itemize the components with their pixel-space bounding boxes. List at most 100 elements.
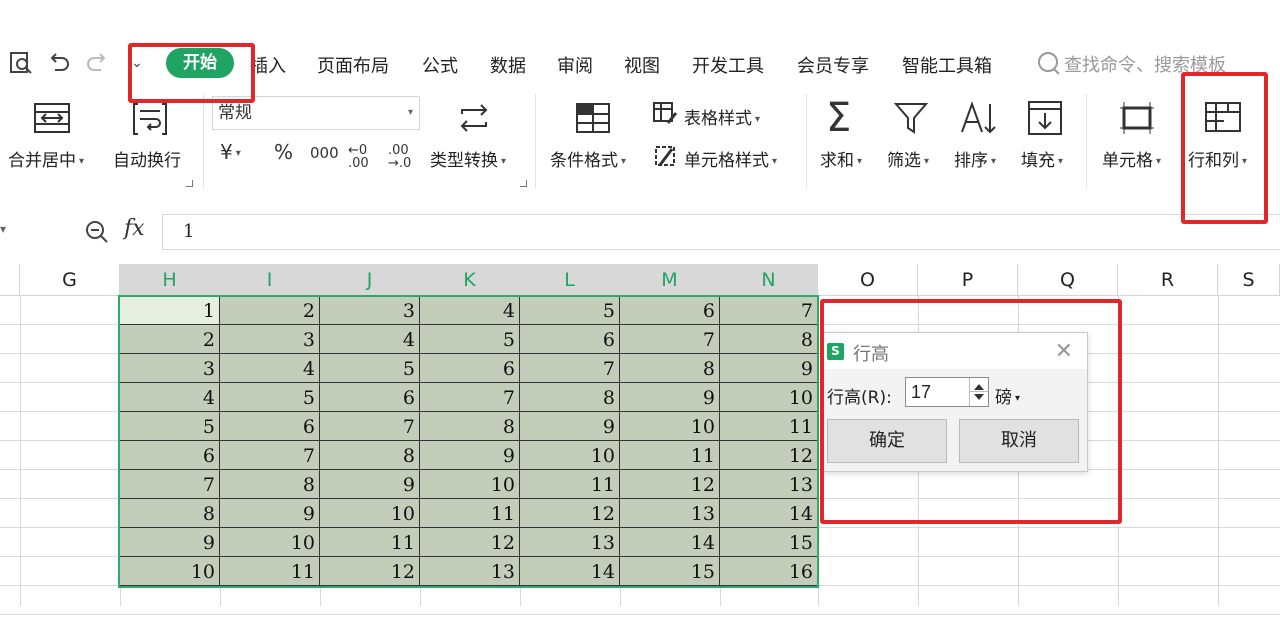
table-cell[interactable]: 5 [220,383,320,412]
column-header-i[interactable]: I [220,264,320,296]
table-cell[interactable]: 5 [120,412,220,441]
column-header-o[interactable]: O [818,264,918,296]
search-input[interactable]: 查找命令、搜索模板 [1064,51,1226,77]
table-cell[interactable]: 8 [520,383,620,412]
table-cell[interactable]: 14 [620,528,720,557]
table-cell[interactable]: 10 [620,412,720,441]
tab-member[interactable]: 会员专享 [797,52,869,78]
table-cell[interactable]: 12 [420,528,520,557]
tab-home[interactable]: 开始 [166,48,234,78]
increase-decimal-button[interactable]: ←0 .00 [348,144,376,170]
cell-style-button[interactable]: 单元格样式 ▾ [684,146,777,171]
fill-button[interactable]: 填充 ▾ [1021,146,1063,171]
table-cell[interactable]: 3 [120,354,220,383]
table-cell[interactable]: 11 [320,528,420,557]
table-cell[interactable]: 13 [720,470,818,499]
undo-icon[interactable] [46,50,72,76]
table-cell[interactable]: 2 [220,296,320,325]
table-cell[interactable]: 11 [220,557,320,586]
name-box-dropdown-icon[interactable]: ▾ [0,222,6,236]
column-header-k[interactable]: K [420,264,520,296]
table-cell[interactable]: 12 [520,499,620,528]
table-cell[interactable]: 10 [520,441,620,470]
table-cell[interactable]: 5 [320,354,420,383]
table-cell[interactable]: 7 [720,296,818,325]
table-cell[interactable]: 6 [220,412,320,441]
table-cell[interactable]: 12 [620,470,720,499]
table-cell[interactable]: 3 [220,325,320,354]
column-header-s[interactable]: S [1218,264,1280,296]
decrease-decimal-button[interactable]: .00 →.0 [388,144,416,170]
number-format-select[interactable]: 常规 ▾ [212,96,420,130]
table-cell[interactable]: 11 [620,441,720,470]
tab-developer[interactable]: 开发工具 [692,52,764,78]
table-cell[interactable]: 13 [420,557,520,586]
sort-button[interactable]: 排序 ▾ [954,146,996,171]
table-cell[interactable]: 9 [420,441,520,470]
column-header-j[interactable]: J [320,264,420,296]
cancel-button[interactable]: 取消 [959,419,1079,463]
table-cell[interactable]: 9 [220,499,320,528]
table-cell[interactable]: 15 [620,557,720,586]
wrap-text-button[interactable]: 自动换行 [113,146,181,171]
table-cell[interactable]: 14 [720,499,818,528]
spin-down-icon[interactable] [974,394,984,400]
tab-data[interactable]: 数据 [490,52,526,78]
table-cell[interactable]: 7 [120,470,220,499]
table-cell[interactable]: 4 [220,354,320,383]
table-cell[interactable]: 1 [120,296,220,325]
unit-select[interactable]: 磅 ▾ [995,383,1020,408]
table-cell[interactable]: 10 [720,383,818,412]
table-cell[interactable]: 8 [720,325,818,354]
table-cell[interactable]: 2 [120,325,220,354]
filter-button[interactable]: 筛选 ▾ [887,146,929,171]
tab-formula[interactable]: 公式 [422,52,458,78]
table-cell[interactable]: 10 [320,499,420,528]
column-header-g[interactable]: G [20,264,120,296]
ok-button[interactable]: 确定 [827,419,947,463]
table-cell[interactable]: 3 [320,296,420,325]
table-cell[interactable]: 16 [720,557,818,586]
table-cell[interactable]: 9 [620,383,720,412]
column-header-p[interactable]: P [918,264,1018,296]
table-cell[interactable]: 8 [120,499,220,528]
column-header-q[interactable]: Q [1018,264,1118,296]
table-cell[interactable]: 12 [320,557,420,586]
table-cell[interactable]: 7 [320,412,420,441]
table-cell[interactable]: 8 [420,412,520,441]
table-cell[interactable]: 5 [420,325,520,354]
table-cell[interactable]: 4 [320,325,420,354]
table-cell[interactable]: 11 [420,499,520,528]
table-cell[interactable]: 9 [520,412,620,441]
number-dialog-launcher-icon[interactable] [520,180,527,187]
percent-button[interactable]: % [274,140,293,164]
close-icon[interactable]: ✕ [1055,339,1073,364]
table-cell[interactable]: 8 [320,441,420,470]
table-cell[interactable]: 8 [220,470,320,499]
spin-up-icon[interactable] [974,384,984,390]
zoom-icon[interactable] [84,219,110,249]
table-cell[interactable]: 6 [620,296,720,325]
table-cell[interactable]: 13 [620,499,720,528]
type-convert-button[interactable]: 类型转换 ▾ [430,146,506,171]
row-height-stepper[interactable] [969,378,988,406]
table-cell[interactable]: 13 [520,528,620,557]
table-cell[interactable]: 6 [320,383,420,412]
column-header-l[interactable]: L [520,264,620,296]
tab-smart-tools[interactable]: 智能工具箱 [902,52,992,78]
redo-icon[interactable] [84,50,110,76]
row-height-input[interactable]: 17 [905,377,989,407]
thousands-separator-button[interactable]: 000 [310,144,339,162]
table-style-button[interactable]: 表格样式 ▾ [684,104,760,129]
table-cell[interactable]: 7 [520,354,620,383]
tab-insert[interactable]: 插入 [250,52,286,78]
table-cell[interactable]: 11 [720,412,818,441]
dialog-titlebar[interactable]: S 行高 ✕ [823,333,1087,369]
table-cell[interactable]: 14 [520,557,620,586]
formula-input[interactable]: 1 [162,214,1280,250]
merge-center-button[interactable]: 合并居中 ▾ [8,146,84,171]
sum-button[interactable]: 求和 ▾ [820,146,862,171]
table-cell[interactable]: 4 [420,296,520,325]
currency-button[interactable]: ¥ ▾ [220,140,241,164]
table-cell[interactable]: 9 [320,470,420,499]
